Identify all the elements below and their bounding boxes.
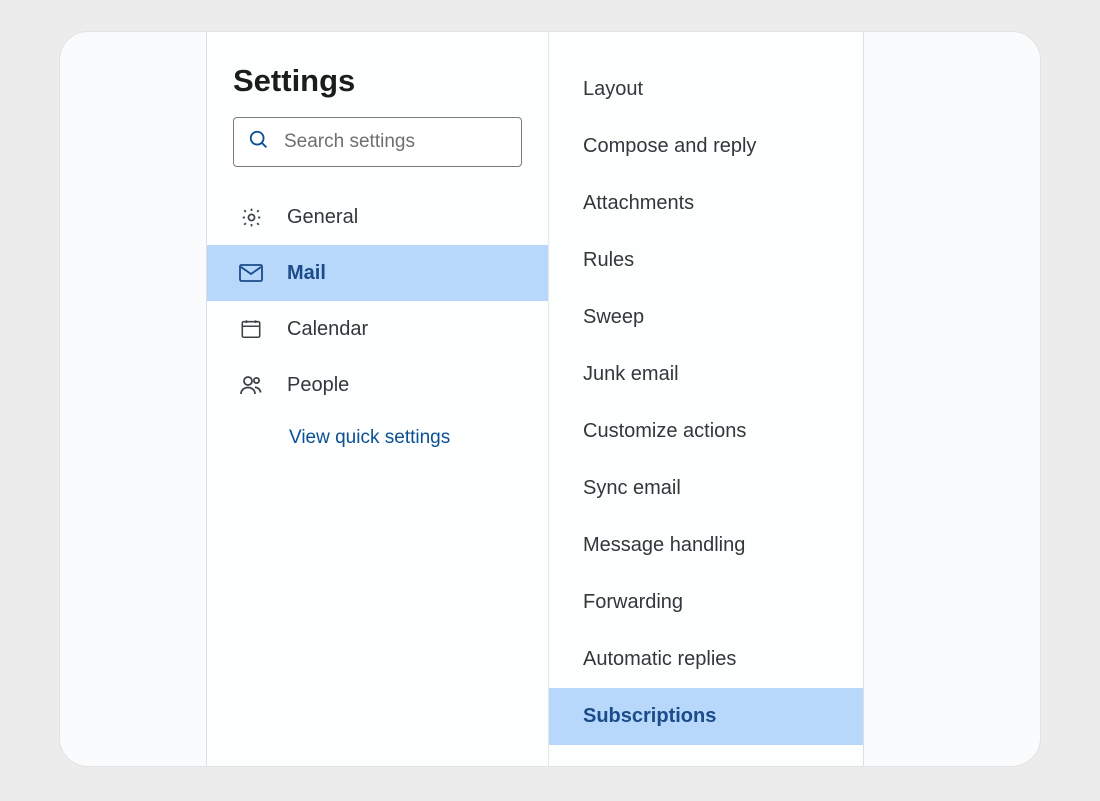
mail-icon	[237, 264, 265, 282]
secondary-nav-item-junk-email[interactable]: Junk email	[549, 346, 863, 403]
view-quick-settings-link[interactable]: View quick settings	[207, 413, 548, 449]
secondary-nav-item-attachments[interactable]: Attachments	[549, 175, 863, 232]
primary-nav-item-general[interactable]: General	[207, 189, 548, 245]
settings-title: Settings	[207, 63, 548, 117]
primary-nav-item-label: Calendar	[287, 318, 368, 341]
primary-nav: General Mail Calendar People	[207, 183, 548, 413]
people-icon	[237, 375, 265, 395]
secondary-nav-item-customize-actions[interactable]: Customize actions	[549, 403, 863, 460]
primary-nav-item-people[interactable]: People	[207, 357, 548, 413]
secondary-nav-item-label: Compose and reply	[583, 135, 756, 158]
secondary-nav-item-label: Automatic replies	[583, 648, 736, 671]
secondary-nav-item-label: Message handling	[583, 534, 745, 557]
primary-nav-item-calendar[interactable]: Calendar	[207, 301, 548, 357]
secondary-nav-item-label: Sweep	[583, 306, 644, 329]
secondary-nav-item-label: Sync email	[583, 477, 681, 500]
primary-nav-item-label: Mail	[287, 262, 326, 285]
primary-nav-item-label: People	[287, 374, 349, 397]
secondary-nav-item-label: Forwarding	[583, 591, 683, 614]
secondary-nav-item-label: Subscriptions	[583, 705, 716, 728]
secondary-nav-item-sweep[interactable]: Sweep	[549, 289, 863, 346]
secondary-nav-item-subscriptions[interactable]: Subscriptions	[549, 688, 863, 745]
primary-nav-item-label: General	[287, 206, 358, 229]
primary-nav-item-mail[interactable]: Mail	[207, 245, 548, 301]
gear-icon	[237, 206, 265, 229]
secondary-nav-item-label: Rules	[583, 249, 634, 272]
secondary-nav-item-compose-and-reply[interactable]: Compose and reply	[549, 118, 863, 175]
settings-primary-column: Settings General Mail Calendar People View …	[207, 32, 549, 766]
secondary-nav-item-sync-email[interactable]: Sync email	[549, 460, 863, 517]
search-field[interactable]	[233, 117, 522, 167]
settings-card: Settings General Mail Calendar People View …	[60, 32, 1040, 766]
secondary-nav-item-automatic-replies[interactable]: Automatic replies	[549, 631, 863, 688]
app-canvas: Settings General Mail Calendar People View …	[0, 0, 1100, 801]
settings-secondary-column: Layout Compose and reply Attachments Rules S…	[549, 32, 863, 766]
settings-pane: Settings General Mail Calendar People View …	[206, 32, 864, 766]
secondary-nav-item-label: Attachments	[583, 192, 694, 215]
search-input[interactable]	[282, 130, 531, 154]
secondary-nav-item-message-handling[interactable]: Message handling	[549, 517, 863, 574]
secondary-nav-item-layout[interactable]: Layout	[549, 61, 863, 118]
secondary-nav-item-forwarding[interactable]: Forwarding	[549, 574, 863, 631]
secondary-nav-item-label: Customize actions	[583, 420, 746, 443]
secondary-nav-item-label: Layout	[583, 78, 643, 101]
calendar-icon	[237, 318, 265, 340]
secondary-nav-item-rules[interactable]: Rules	[549, 232, 863, 289]
secondary-nav-item-label: Junk email	[583, 363, 679, 386]
search-icon	[248, 129, 282, 156]
